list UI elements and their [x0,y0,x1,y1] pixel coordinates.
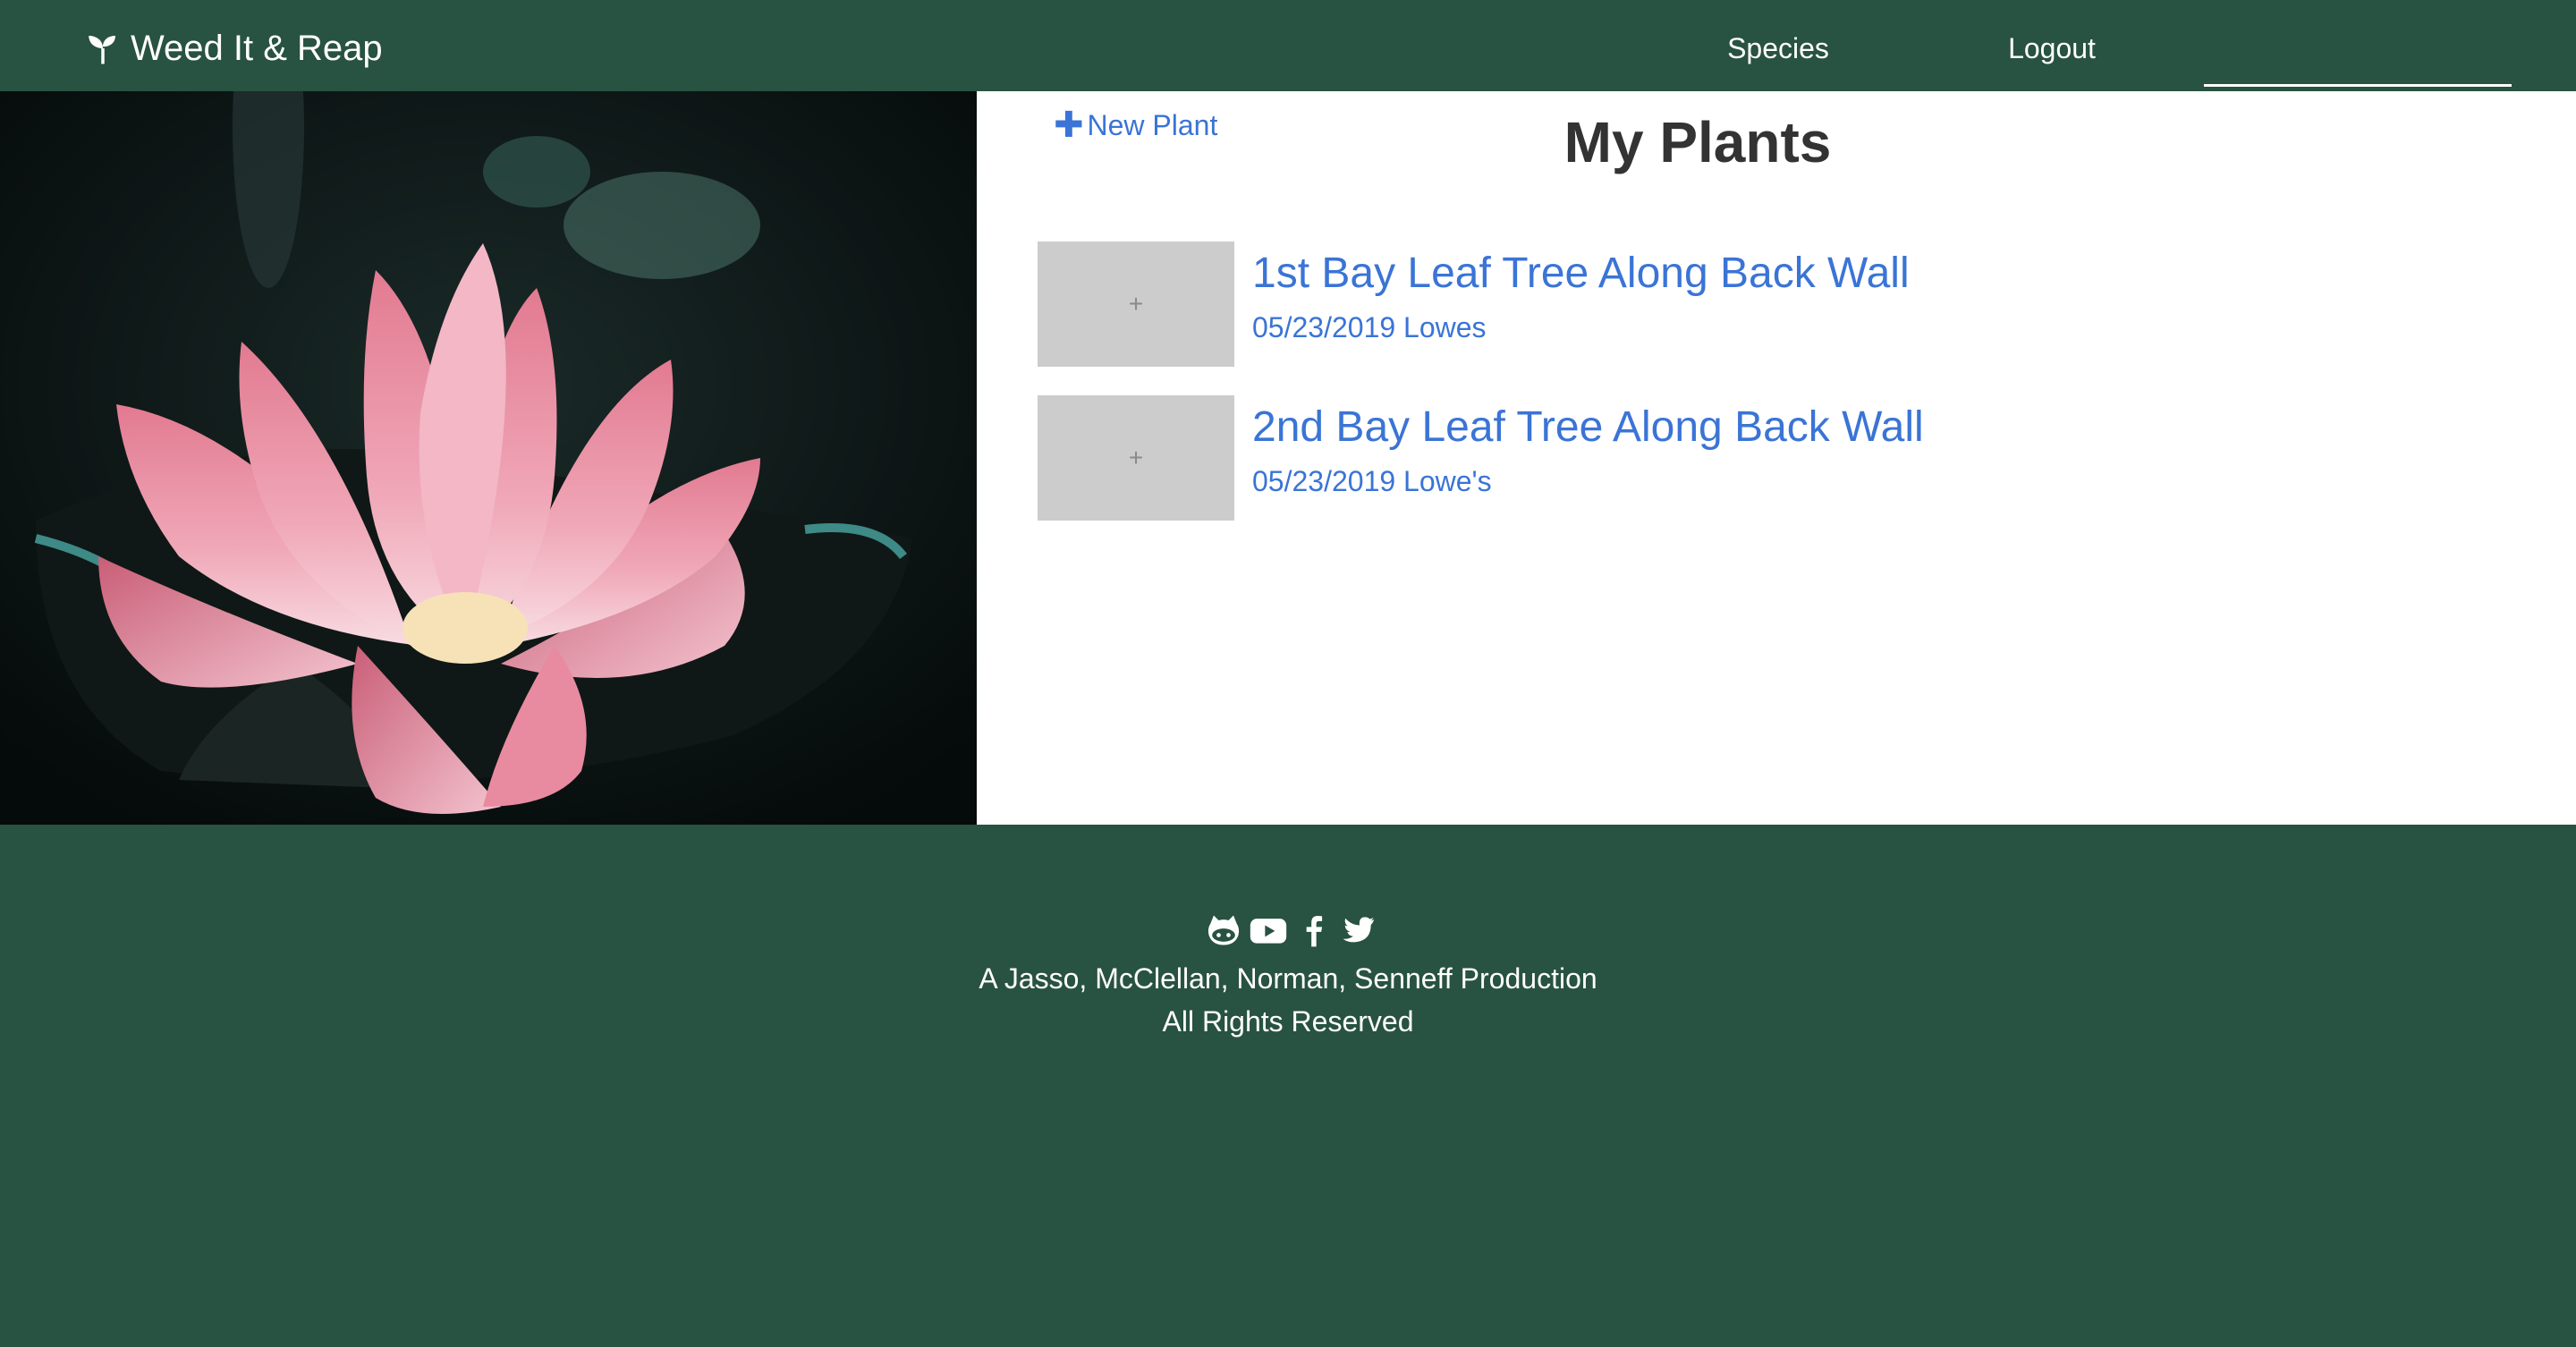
twitter-icon[interactable] [1338,911,1377,950]
plant-thumbnail-placeholder[interactable]: + [1038,395,1234,521]
github-icon[interactable] [1204,911,1243,950]
rights-line: All Rights Reserved [1162,1005,1414,1038]
youtube-icon[interactable] [1249,911,1288,950]
lotus-illustration [0,91,977,825]
nav-logout-link[interactable]: Logout [1945,27,2159,70]
lotus-hero-image [0,91,977,825]
plant-thumbnail-placeholder[interactable]: + [1038,241,1234,367]
social-links [1204,911,1377,950]
navbar: Weed It & Reap Species Logout [0,0,2576,91]
plant-list-item: + 1st Bay Leaf Tree Along Back Wall 05/2… [1038,241,2469,367]
plant-store: Lowe's [1403,465,1492,497]
plant-list-item: + 2nd Bay Leaf Tree Along Back Wall 05/2… [1038,395,2469,521]
plant-name-link[interactable]: 1st Bay Leaf Tree Along Back Wall [1252,249,1910,298]
plant-meta: 05/23/2019 Lowe's [1252,465,1492,498]
plant-date: 05/23/2019 [1252,465,1396,497]
plant-meta: 05/23/2019 Lowes [1252,311,1487,344]
sprout-icon [89,36,115,64]
plants-panel: ✚ New Plant My Plants + 1st Bay Leaf Tre… [977,91,2576,825]
plus-icon: ✚ [1054,106,1084,145]
brand-name: Weed It & Reap [131,28,383,68]
brand-link[interactable]: Weed It & Reap [84,25,383,72]
facebook-icon[interactable] [1293,911,1333,950]
plant-store: Lowes [1403,311,1487,343]
page-title: My Plants [1563,110,1832,174]
nav-species-link[interactable]: Species [1626,27,1930,70]
new-plant-label: New Plant [1087,108,1218,141]
plant-name-link[interactable]: 2nd Bay Leaf Tree Along Back Wall [1252,402,1924,452]
new-plant-link[interactable]: ✚ New Plant [1054,107,1217,143]
credit-line: A Jasso, McClellan, Norman, Senneff Prod… [979,962,1597,995]
nav-active-underline [2204,84,2512,87]
footer-credits: A Jasso, McClellan, Norman, Senneff Prod… [0,957,2576,1043]
footer: A Jasso, McClellan, Norman, Senneff Prod… [0,825,2576,1347]
plant-date: 05/23/2019 [1252,311,1396,343]
